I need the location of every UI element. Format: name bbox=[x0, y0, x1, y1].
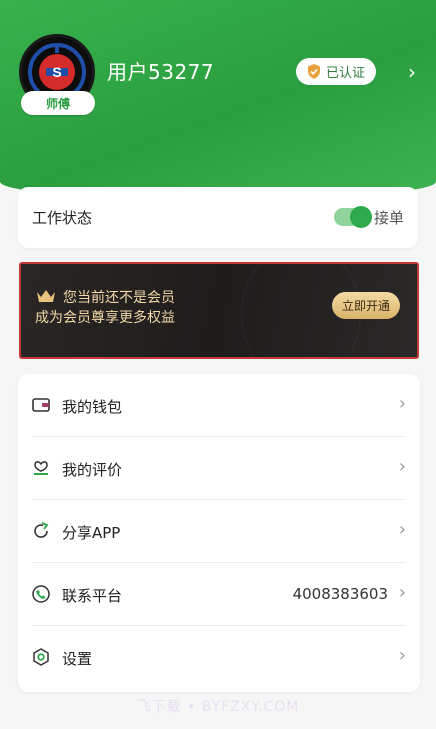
chevron-right-icon: › bbox=[398, 393, 406, 414]
chevron-right-icon: › bbox=[398, 456, 406, 477]
hotline-number[interactable]: 4008383603 bbox=[293, 585, 388, 603]
toggle-knob bbox=[350, 206, 372, 228]
crown-icon bbox=[37, 290, 55, 302]
rating-icon bbox=[34, 461, 48, 475]
wallet-icon bbox=[32, 398, 50, 412]
watermark: 飞下载 • BYFZXY.COM bbox=[136, 699, 300, 715]
chevron-right-icon: › bbox=[398, 582, 406, 603]
chevron-right-icon: › bbox=[398, 519, 406, 540]
username: 用户53277 bbox=[107, 60, 215, 84]
menu-label: 我的钱包 bbox=[62, 398, 123, 416]
verified-label: 已认证 bbox=[325, 66, 365, 81]
menu-label: 设置 bbox=[62, 650, 93, 668]
menu-label: 联系平台 bbox=[62, 587, 123, 605]
role-badge: 师傅 bbox=[21, 91, 95, 115]
work-status-toggle[interactable] bbox=[334, 206, 372, 228]
activate-vip-button[interactable]: 立即开通 bbox=[332, 292, 400, 319]
verified-badge[interactable]: 已认证 bbox=[296, 58, 376, 85]
vip-message: 您当前还不是会员 bbox=[63, 290, 175, 306]
phone-icon bbox=[32, 585, 50, 603]
menu-item-contact[interactable]: 联系平台 4008383603 › bbox=[18, 563, 420, 626]
share-icon bbox=[34, 522, 49, 538]
vip-benefits-text: 成为会员尊享更多权益 bbox=[35, 310, 175, 326]
menu-label: 分享APP bbox=[62, 524, 121, 542]
menu-item-settings[interactable]: 设置 › bbox=[18, 626, 420, 689]
toggle-text: 接单 bbox=[374, 209, 405, 227]
work-status-label: 工作状态 bbox=[32, 209, 93, 227]
menu-item-wallet[interactable]: 我的钱包 › bbox=[18, 374, 420, 437]
work-status-card: 工作状态 接单 bbox=[18, 187, 418, 248]
menu-label: 我的评价 bbox=[62, 461, 123, 479]
chevron-right-icon: › bbox=[398, 645, 406, 666]
shield-icon bbox=[307, 64, 320, 79]
svg-text:S: S bbox=[52, 64, 61, 80]
menu-item-share[interactable]: 分享APP › bbox=[18, 500, 420, 563]
menu-list: 我的钱包 › 我的评价 › 分享APP › 联系平台 4008383603 › bbox=[18, 374, 420, 692]
menu-item-rating[interactable]: 我的评价 › bbox=[18, 437, 420, 500]
vip-banner[interactable]: 您当前还不是会员 成为会员尊享更多权益 立即开通 bbox=[19, 262, 419, 359]
profile-arrow-icon[interactable]: › bbox=[408, 60, 416, 84]
settings-icon bbox=[33, 648, 49, 666]
